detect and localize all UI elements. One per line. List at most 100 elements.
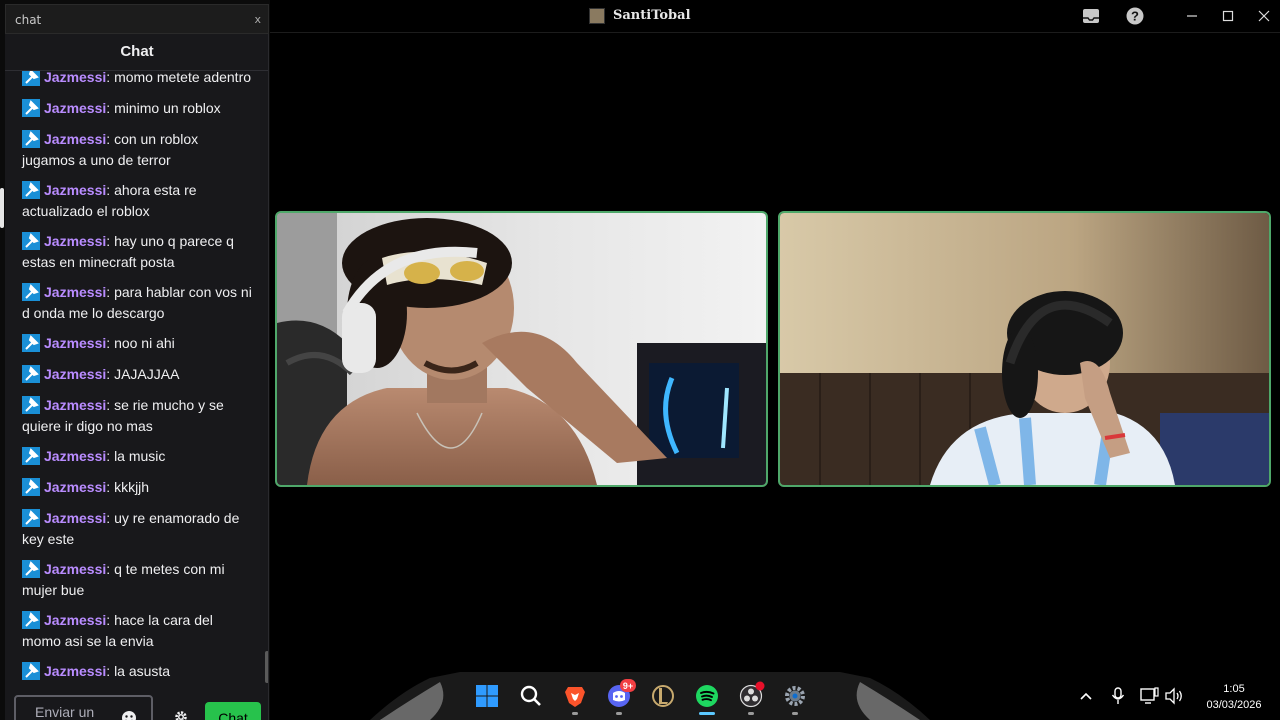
chat-window-title: chat: [15, 13, 42, 27]
search-icon[interactable]: [519, 684, 543, 708]
moderator-badge-icon[interactable]: [22, 662, 40, 680]
webcam-feed-left: [277, 213, 766, 485]
chat-separator: :: [106, 561, 115, 577]
taskbar-clock[interactable]: 1:05 03/03/2026: [1199, 681, 1269, 713]
chat-separator: :: [106, 131, 115, 147]
help-icon[interactable]: ?: [1125, 6, 1145, 26]
chat-separator: :: [106, 366, 115, 382]
chat-message: Jazmessi: la music: [22, 446, 254, 467]
chat-username[interactable]: Jazmessi: [44, 612, 106, 628]
chat-message-text: JAJAJJAA: [114, 366, 180, 382]
moderator-badge-icon[interactable]: [22, 447, 40, 465]
clock-date: 03/03/2026: [1206, 699, 1262, 711]
chat-message: Jazmessi: con un roblox jugamos a uno de…: [22, 129, 254, 171]
webcam-feed-right: [780, 213, 1269, 485]
league-of-legends-icon[interactable]: [651, 684, 675, 708]
svg-text:?: ?: [1131, 9, 1139, 24]
chat-message: Jazmessi: se rie mucho y se quiere ir di…: [22, 395, 254, 437]
obs-recording-indicator: [755, 681, 765, 691]
chat-window-titlebar[interactable]: chat x: [5, 4, 269, 34]
chat-username[interactable]: Jazmessi: [44, 71, 106, 85]
chat-message-list[interactable]: Jazmessi: momo metete adentro Jazmessi: m…: [5, 71, 268, 686]
moderator-badge-icon[interactable]: [22, 283, 40, 301]
chat-window: chat x Chat Jazmessi: momo metete adentr…: [0, 0, 270, 720]
maximize-icon[interactable]: [1218, 6, 1238, 26]
chat-message: Jazmessi: momo metete adentro: [22, 71, 254, 88]
chat-message: Jazmessi: ahora esta re actualizado el r…: [22, 180, 254, 222]
chat-username[interactable]: Jazmessi: [44, 233, 106, 249]
moderator-badge-icon[interactable]: [22, 560, 40, 578]
discord-running-indicator: [616, 712, 622, 715]
close-icon[interactable]: [1254, 6, 1274, 26]
inbox-icon[interactable]: [1081, 6, 1101, 26]
chat-header: Chat: [5, 34, 268, 71]
chat-username[interactable]: Jazmessi: [44, 479, 106, 495]
chat-separator: :: [106, 397, 115, 413]
moderator-badge-icon[interactable]: [22, 130, 40, 148]
chat-username[interactable]: Jazmessi: [44, 284, 106, 300]
window-edge-handle[interactable]: [0, 188, 4, 228]
window-title-text: SantiTobal: [613, 8, 691, 23]
moderator-badge-icon[interactable]: [22, 365, 40, 383]
chat-message: Jazmessi: minimo un roblox: [22, 98, 254, 119]
spotify-active-indicator: [699, 712, 715, 715]
network-icon[interactable]: [1140, 687, 1160, 705]
moderator-badge-icon[interactable]: [22, 181, 40, 199]
moderator-badge-icon[interactable]: [22, 71, 40, 86]
emote-picker-icon[interactable]: [121, 710, 137, 720]
moderator-badge-icon[interactable]: [22, 396, 40, 414]
moderator-badge-icon[interactable]: [22, 478, 40, 496]
chat-message-text: la asusta: [114, 663, 171, 679]
chat-username[interactable]: Jazmessi: [44, 397, 106, 413]
chat-separator: :: [106, 71, 115, 85]
chat-username[interactable]: Jazmessi: [44, 100, 106, 116]
video-tile-left[interactable]: [275, 211, 768, 487]
chat-panel: Chat Jazmessi: momo metete adentro Jazmes…: [5, 34, 269, 720]
microphone-icon[interactable]: [1110, 687, 1126, 705]
taskbar-wallpaper-art: [370, 672, 930, 720]
chat-username[interactable]: Jazmessi: [44, 366, 106, 382]
chat-input-placeholder: Enviar un: [35, 704, 95, 720]
chat-separator: :: [106, 663, 115, 679]
chat-separator: :: [106, 182, 115, 198]
chat-separator: :: [106, 510, 115, 526]
windows-start-icon[interactable]: [475, 684, 499, 708]
moderator-badge-icon[interactable]: [22, 232, 40, 250]
chat-username[interactable]: Jazmessi: [44, 510, 106, 526]
chat-message: Jazmessi: la asusta: [22, 661, 254, 682]
chat-message: Jazmessi: JAJAJJAA: [22, 364, 254, 385]
chat-message-text: minimo un roblox: [114, 100, 221, 116]
clock-time: 1:05: [1223, 683, 1245, 695]
discord-badge-count: 9+: [623, 681, 633, 691]
chat-username[interactable]: Jazmessi: [44, 561, 106, 577]
spotify-icon[interactable]: [695, 684, 719, 708]
chat-close-button[interactable]: x: [254, 13, 261, 26]
chat-username[interactable]: Jazmessi: [44, 182, 106, 198]
video-tile-right[interactable]: [778, 211, 1271, 487]
chat-message: Jazmessi: uy re enamorado de key este: [22, 508, 254, 550]
moderator-badge-icon[interactable]: [22, 99, 40, 117]
brave-browser-icon[interactable]: [563, 684, 587, 708]
obs-running-indicator: [748, 712, 754, 715]
chat-message: Jazmessi: hace la cara del momo asi se l…: [22, 610, 254, 652]
show-hidden-icons-chevron[interactable]: [1078, 688, 1094, 704]
chat-settings-gear-icon[interactable]: [173, 709, 189, 720]
chat-message-text: momo metete adentro: [114, 71, 252, 85]
chat-username[interactable]: Jazmessi: [44, 448, 106, 464]
settings-icon[interactable]: [783, 684, 807, 708]
chat-message-text: kkkjjh: [114, 479, 150, 495]
chat-message-text: noo ni ahi: [114, 335, 175, 351]
chat-username[interactable]: Jazmessi: [44, 663, 106, 679]
chat-separator: :: [106, 448, 115, 464]
minimize-icon[interactable]: [1182, 6, 1202, 26]
chat-username[interactable]: Jazmessi: [44, 335, 106, 351]
chat-message: Jazmessi: noo ni ahi: [22, 333, 254, 354]
chat-message: Jazmessi: para hablar con vos ni d onda …: [22, 282, 254, 324]
chat-username[interactable]: Jazmessi: [44, 131, 106, 147]
moderator-badge-icon[interactable]: [22, 509, 40, 527]
moderator-badge-icon[interactable]: [22, 611, 40, 629]
chat-scrollbar[interactable]: [265, 651, 268, 683]
chat-send-button[interactable]: Chat: [205, 702, 261, 720]
moderator-badge-icon[interactable]: [22, 334, 40, 352]
volume-icon[interactable]: [1164, 687, 1184, 705]
